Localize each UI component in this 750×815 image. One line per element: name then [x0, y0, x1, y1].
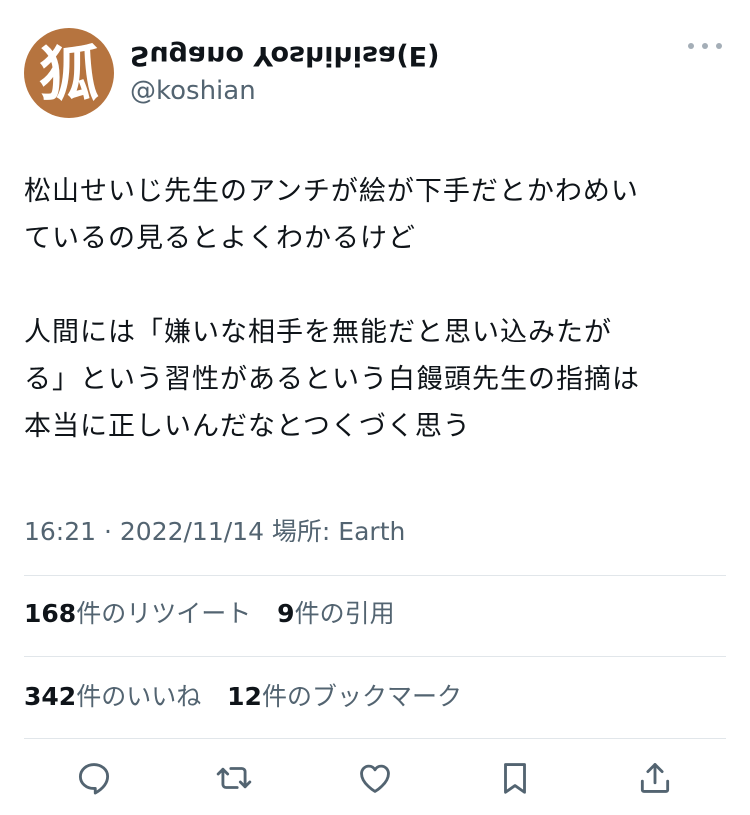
- tweet-line: 松山せいじ先生のアンチが絵が下手だとかわめい: [24, 176, 639, 207]
- share-button[interactable]: [633, 756, 677, 800]
- display-name[interactable]: Sugano Yoshihisa(E): [130, 38, 439, 72]
- divider: [24, 738, 726, 739]
- likes-stat[interactable]: 342件のいいね: [24, 677, 201, 717]
- tweet-line: ているの見るとよくわかるけど: [24, 223, 416, 254]
- like-icon: [360, 764, 390, 793]
- retweets-label: 件のリツイート: [76, 599, 252, 628]
- retweet-button[interactable]: [212, 756, 256, 800]
- tweet-timestamp[interactable]: 16:21 · 2022/11/14 場所: Earth: [24, 512, 405, 552]
- bookmarks-label: 件のブックマーク: [261, 682, 462, 711]
- bookmark-icon: [504, 763, 526, 794]
- tweet-header: 狐 Sugano Yoshihisa(E) @koshian: [24, 28, 726, 120]
- display-name-text: Sugano Yoshihisa(E): [130, 40, 440, 71]
- tweet-line: 人間には「嫌いな相手を無能だと思い込みたが: [24, 317, 612, 348]
- tweet-line: る」という習性があるという白饅頭先生の指摘は: [24, 364, 640, 395]
- reply-button[interactable]: [72, 756, 116, 800]
- more-options-icon[interactable]: [688, 36, 722, 56]
- retweets-stat[interactable]: 168件のリツイート: [24, 594, 251, 634]
- bookmarks-stat[interactable]: 12件のブックマーク: [227, 677, 462, 717]
- avatar-glyph: 狐: [39, 40, 99, 110]
- likes-count: 342: [24, 682, 77, 711]
- action-bar: [24, 756, 726, 806]
- quotes-label: 件の引用: [294, 599, 395, 628]
- tweet-line: 本当に正しいんだなとつくづく思う: [24, 411, 471, 442]
- share-icon: [640, 763, 670, 793]
- quotes-stat[interactable]: 9件の引用: [277, 594, 394, 634]
- divider: [24, 656, 726, 657]
- stats-row-retweets: 168件のリツイート 9件の引用: [24, 594, 413, 634]
- like-button[interactable]: [353, 756, 397, 800]
- bookmarks-count: 12: [227, 682, 262, 711]
- author-names: Sugano Yoshihisa(E) @koshian: [130, 38, 439, 108]
- tweet-text: 松山せいじ先生のアンチが絵が下手だとかわめい ているの見るとよくわかるけど 人間…: [24, 168, 728, 450]
- likes-label: 件のいいね: [76, 682, 202, 711]
- retweets-count: 168: [24, 599, 77, 628]
- bookmark-button[interactable]: [493, 756, 537, 800]
- quotes-count: 9: [277, 599, 295, 628]
- username[interactable]: @koshian: [130, 74, 439, 108]
- reply-icon: [78, 763, 110, 795]
- retweet-icon: [216, 767, 252, 789]
- divider: [24, 575, 726, 576]
- avatar[interactable]: 狐: [24, 28, 114, 118]
- stats-row-likes: 342件のいいね 12件のブックマーク: [24, 677, 480, 717]
